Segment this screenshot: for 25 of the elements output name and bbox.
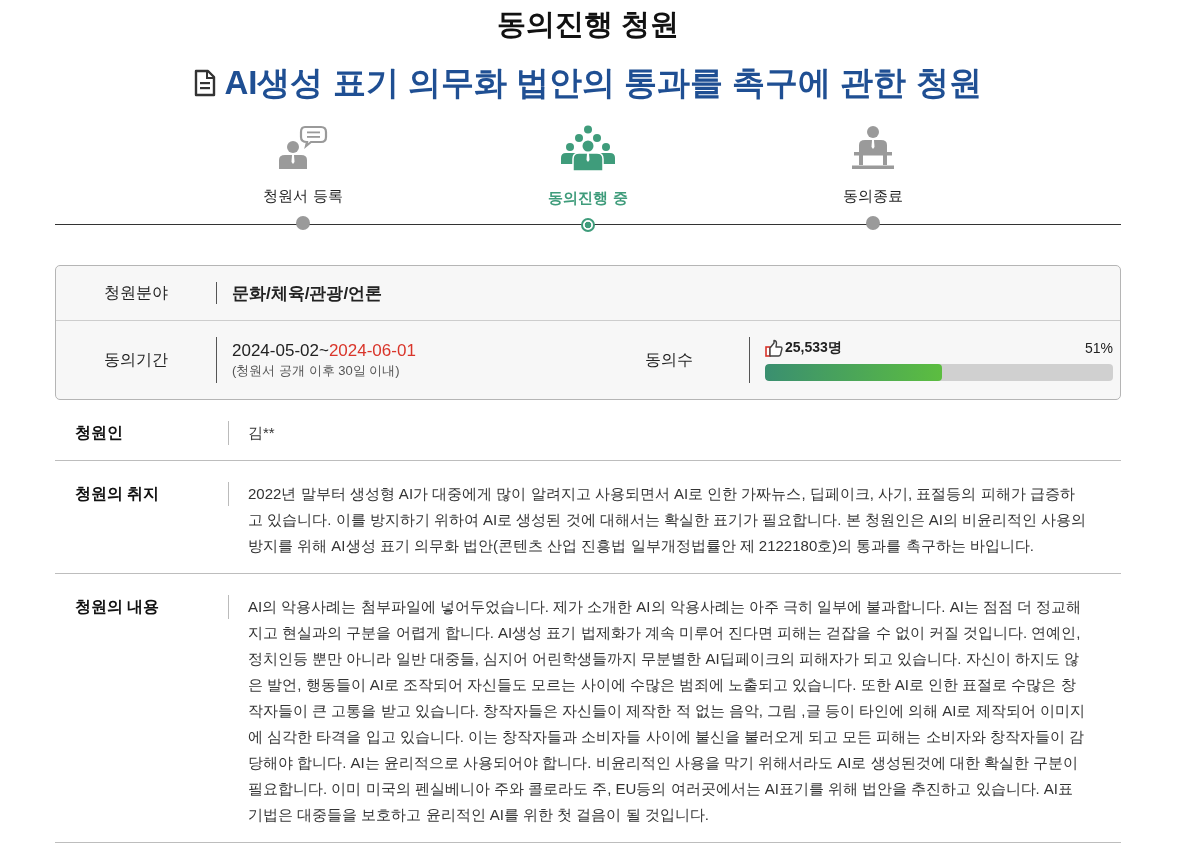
- detail-text: 2022년 말부터 생성형 AI가 대중에게 많이 알려지고 사용되면서 AI로 인한 가짜뉴스, 딥페이크, 사기, 표절등의 피해가 급증하고 있습니다. 이를 방지하기 위하여 AI로 생성된 것에 대해서는 확실한 표기가 필요합니다. 본 청원인은 AI의 비윤리적인 사용의 방지를 위해 AI생성 표기 의무화 법안(콘텐츠 산업 진흥법 일부개정법률안 제 2122180호)의 통과를 촉구하는 바입니다.: [248, 484, 1088, 556]
- detail-text: AI의 악용사례는 첨부파일에 넣어두었습니다. 제가 소개한 AI의 악용사례는 아주 극히 일부에 불과합니다. AI는 점점 더 정교해지고 현실과의 구분을 어렵게 합니다. AI생성 표기 법제화가 계속 미루어 진다면 피해는 걷잡을 수 없이 커질 것입니다. 연예인, 정치인등 뿐만 아니라 일반 대중들, 심지어 어린학생들까지 무분별한 AI딥페이크의 피해자가 되고 있습니다. 자신이 하지도 않은 발언, 행동들이 AI로 조작되어 자신들도 모르는 사이에 수많은 범죄에 노출되고 있습니다. 또한 AI로 인한 표절로 수많은 창작자들이 큰 고통을 받고 있습니다. 창작자들은 자신들이 제작한 적 없는 음악, 그림 ,글 등이 타인에 의해 AI로 제작되어 이미지에 심각한 타격을 입고 있습니다. 이는 창작자들과 소비자들 사이에 불신을 불러오게 되고 모든 피해는 소비자와 창작자들이 감당해야 합니다. AI는 윤리적으로 사용되어야 합니다. 비윤리적인 사용을 막기 위해서라도 AI로 생성된것에 대한 확실한 구분이 필요합니다. 이미 미국의 펜실베니아 주와 콜로라도 주, EU등의 여러곳에서는 AI표기를 위해 법안을 추진하고 있습니다. AI표기법은 대중들을 보호하고 윤리적인 AI를 위한 첫 걸음이 될 것입니다.: [248, 597, 1086, 825]
- person-speech-bubble-icon: [278, 125, 328, 169]
- period-label: 동의기간: [103, 349, 169, 370]
- consent-percent: 51%: [1084, 340, 1113, 356]
- detail-label: 청원의 취지: [74, 484, 161, 504]
- step-label: 동의진행 중: [548, 188, 628, 208]
- detail-text: 김**: [248, 423, 276, 443]
- field-value: 문화/체육/관광/언론: [232, 282, 383, 305]
- people-group-icon: [560, 125, 616, 171]
- detail-label: 청원의 내용: [74, 597, 161, 617]
- step-label: 동의종료: [843, 186, 903, 206]
- petition-title: AI생성 표기 의무화 법안의 통과를 촉구에 관한 청원: [224, 63, 982, 103]
- detail-label: 청원인: [74, 423, 124, 443]
- thumbs-up-icon: [765, 339, 783, 357]
- document-icon: [194, 69, 217, 97]
- count-label: 동의수: [644, 349, 694, 370]
- step-label: 청원서 등록: [263, 186, 343, 206]
- period-end-date: 2024-06-01: [328, 341, 416, 360]
- person-at-podium-icon: [850, 125, 896, 169]
- period-note: (청원서 공개 이후 30일 이내): [232, 362, 401, 380]
- period-start-date: 2024-05-02~: [232, 341, 329, 360]
- consent-count: 25,533명: [785, 339, 842, 357]
- page-heading: 동의진행 청원: [495, 7, 681, 42]
- field-label: 청원분야: [103, 282, 169, 303]
